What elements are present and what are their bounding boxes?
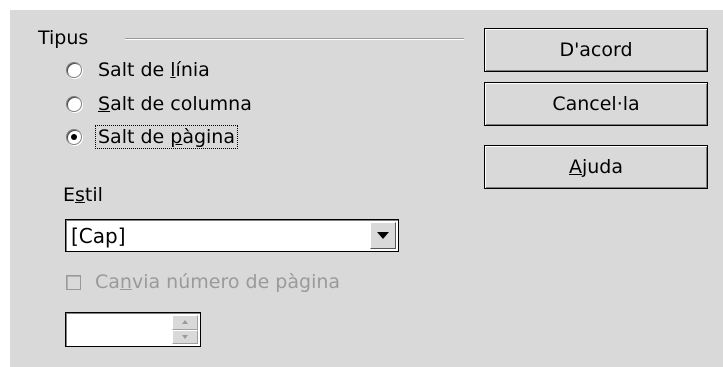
radio-indicator[interactable] bbox=[66, 62, 82, 78]
label-text: ínia bbox=[175, 59, 210, 81]
dropdown-button[interactable] bbox=[370, 222, 396, 249]
group-separator bbox=[125, 38, 464, 40]
spin-down-button[interactable] bbox=[172, 329, 198, 344]
button-label: juda bbox=[581, 156, 624, 178]
mnemonic: n bbox=[119, 271, 132, 293]
ok-button[interactable]: D'acord bbox=[484, 28, 708, 72]
page-number-spinbox[interactable] bbox=[65, 312, 201, 347]
cancel-button[interactable]: Cancel·la bbox=[484, 82, 708, 126]
radio-label-page-break: Salt de pàgina bbox=[95, 125, 238, 149]
checkbox-label: Canvia número de pàgina bbox=[95, 271, 340, 293]
checkbox-indicator[interactable] bbox=[66, 274, 81, 290]
insert-break-dialog: Tipus Salt de línia Salt de columna Salt… bbox=[10, 10, 723, 367]
label-text: til bbox=[84, 184, 103, 206]
mnemonic: S bbox=[98, 93, 111, 115]
mnemonic: s bbox=[75, 184, 85, 206]
button-label: D'acord bbox=[559, 39, 633, 61]
label-text: Salt de bbox=[98, 126, 171, 148]
button-label: Cancel·la bbox=[552, 93, 640, 115]
style-label: Estil bbox=[63, 184, 103, 206]
radio-line-break[interactable]: Salt de línia bbox=[66, 57, 212, 83]
radio-indicator[interactable] bbox=[66, 96, 82, 112]
label-text: E bbox=[63, 184, 76, 206]
spin-buttons bbox=[172, 315, 198, 344]
label-text: àgina bbox=[182, 126, 235, 148]
arrow-down-icon bbox=[182, 334, 188, 339]
label-text: alt de columna bbox=[110, 93, 252, 115]
radio-indicator-checked[interactable] bbox=[66, 129, 82, 145]
change-page-number-checkbox[interactable]: Canvia número de pàgina bbox=[66, 269, 340, 295]
radio-label-column-break: Salt de columna bbox=[96, 93, 254, 115]
style-select-value: [Cap] bbox=[71, 224, 126, 248]
chevron-down-icon bbox=[377, 232, 389, 239]
radio-page-break[interactable]: Salt de pàgina bbox=[66, 124, 238, 150]
radio-label-line-break: Salt de línia bbox=[96, 59, 212, 81]
spin-up-button[interactable] bbox=[172, 315, 198, 330]
group-title-type: Tipus bbox=[38, 27, 89, 49]
label-text: Salt de bbox=[98, 59, 171, 81]
arrow-up-icon bbox=[182, 320, 188, 325]
mnemonic: A bbox=[568, 156, 582, 178]
style-select[interactable]: [Cap] bbox=[65, 219, 399, 252]
label-text: Ca bbox=[95, 271, 120, 293]
mnemonic: p bbox=[170, 126, 183, 148]
radio-column-break[interactable]: Salt de columna bbox=[66, 91, 254, 117]
help-button[interactable]: Ajuda bbox=[484, 145, 708, 189]
label-text: via número de pàgina bbox=[131, 271, 341, 293]
